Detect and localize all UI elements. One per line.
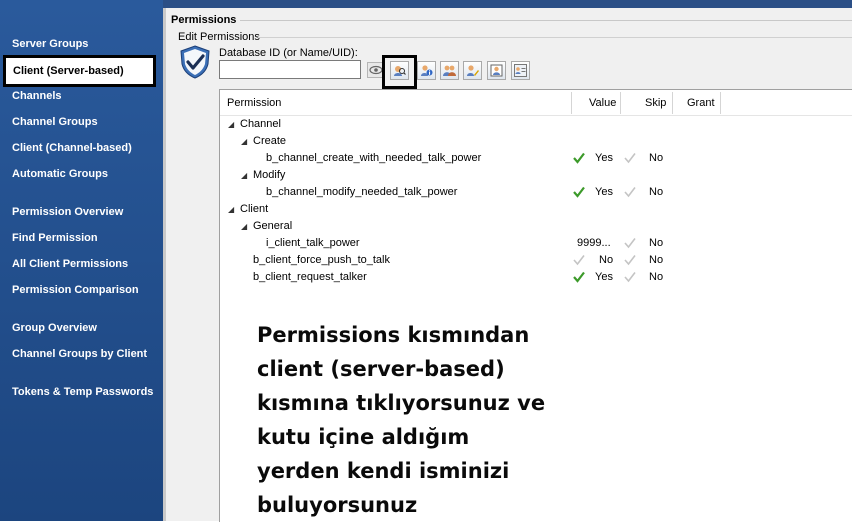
- expand-triangle-icon[interactable]: ◢: [228, 120, 234, 129]
- annotation-line: kutu içine aldığım: [257, 425, 470, 449]
- client-list-icon: [514, 64, 527, 77]
- panel-divider: [163, 8, 166, 521]
- sidebar-item-client-server-based[interactable]: Client (Server-based): [3, 55, 156, 87]
- grey-check-icon: [624, 255, 636, 266]
- column-separator: [720, 92, 721, 114]
- expand-triangle-icon[interactable]: ◢: [241, 171, 247, 180]
- green-check-icon: [573, 152, 585, 164]
- permission-value: Yes: [595, 271, 613, 283]
- client-list-button[interactable]: [511, 61, 530, 80]
- permission-skip: No: [649, 271, 664, 283]
- sidebar-item-automatic-groups[interactable]: Automatic Groups: [12, 168, 108, 180]
- sidebar-item-group-overview[interactable]: Group Overview: [12, 322, 97, 334]
- column-separator: [620, 92, 621, 114]
- column-separator: [571, 92, 572, 114]
- sidebar-item-label: Client (Server-based): [13, 65, 124, 77]
- expand-triangle-icon[interactable]: ◢: [228, 205, 234, 214]
- tree-node-modify[interactable]: Modify: [253, 169, 285, 181]
- grey-check-icon: [624, 238, 636, 249]
- grey-check-icon: [624, 153, 636, 164]
- sidebar-item-permission-overview[interactable]: Permission Overview: [12, 206, 123, 218]
- grey-check-icon: [573, 255, 585, 266]
- table-row-permission[interactable]: b_channel_create_with_needed_talk_power: [266, 152, 481, 164]
- annotation-line: client (server-based): [257, 357, 505, 381]
- permission-skip: No: [649, 186, 664, 198]
- sidebar-item-channels[interactable]: Channels: [12, 90, 62, 102]
- sidebar-item-server-groups[interactable]: Server Groups: [12, 38, 88, 50]
- tree-node-client[interactable]: Client: [240, 203, 268, 215]
- sidebar-item-find-permission[interactable]: Find Permission: [12, 232, 98, 244]
- shield-check-icon: [180, 45, 210, 79]
- section-divider: [258, 37, 852, 38]
- sidebar-item-all-client-permissions[interactable]: All Client Permissions: [12, 258, 128, 270]
- sidebar-item-channel-groups[interactable]: Channel Groups: [12, 116, 98, 128]
- column-header-skip[interactable]: Skip: [645, 97, 666, 109]
- tree-node-create[interactable]: Create: [253, 135, 286, 147]
- expand-triangle-icon[interactable]: ◢: [241, 137, 247, 146]
- permission-value: Yes: [595, 152, 613, 164]
- tree-node-channel[interactable]: Channel: [240, 118, 281, 130]
- green-check-icon: [573, 186, 585, 198]
- edit-client-icon: [467, 65, 479, 76]
- sidebar-item-permission-comparison[interactable]: Permission Comparison: [12, 284, 139, 296]
- find-client-highlight: [382, 55, 417, 89]
- client-group-icon: [443, 65, 456, 76]
- expand-triangle-icon[interactable]: ◢: [241, 222, 247, 231]
- green-check-icon: [573, 271, 585, 283]
- permission-value: 9999...: [577, 237, 611, 249]
- annotation-text: Permissions kısmından client (server-bas…: [257, 318, 557, 522]
- permission-skip: No: [649, 237, 664, 249]
- table-row-permission[interactable]: b_client_force_push_to_talk: [253, 254, 390, 266]
- annotation-line: buluyorsunuz: [257, 493, 418, 517]
- annotation-line: kısmına tıklıyorsunuz ve: [257, 391, 546, 415]
- page-title: Permissions: [171, 14, 237, 26]
- tree-node-general[interactable]: General: [253, 220, 292, 232]
- column-header-permission[interactable]: Permission: [227, 97, 281, 109]
- annotation-line: yerden kendi isminizi: [257, 459, 510, 483]
- title-divider: [240, 20, 852, 21]
- grey-check-icon: [624, 272, 636, 283]
- column-header-grant[interactable]: Grant: [687, 97, 715, 109]
- column-separator: [672, 92, 673, 114]
- client-info-button[interactable]: [417, 61, 436, 80]
- table-row-permission[interactable]: b_client_request_talker: [253, 271, 367, 283]
- header-divider: [220, 115, 852, 116]
- sidebar-item-channel-groups-by-client[interactable]: Channel Groups by Client: [12, 348, 147, 360]
- dbid-input[interactable]: [219, 60, 361, 79]
- table-row-permission[interactable]: b_channel_modify_needed_talk_power: [266, 186, 457, 198]
- client-card-icon: [490, 64, 503, 77]
- permission-value: No: [599, 254, 614, 266]
- section-label: Edit Permissions: [178, 31, 260, 43]
- sidebar-item-client-channel-based[interactable]: Client (Channel-based): [12, 142, 132, 154]
- column-header-value[interactable]: Value: [589, 97, 616, 109]
- permission-value: Yes: [595, 186, 613, 198]
- client-group-button[interactable]: [440, 61, 459, 80]
- grey-check-icon: [624, 187, 636, 198]
- client-info-icon: [421, 65, 433, 76]
- permission-skip: No: [649, 254, 664, 266]
- dbid-label: Database ID (or Name/UID):: [219, 47, 358, 59]
- permission-skip: No: [649, 152, 664, 164]
- window-top-strip: [163, 0, 852, 8]
- annotation-line: Permissions kısmından: [257, 323, 530, 347]
- edit-client-button[interactable]: [463, 61, 482, 80]
- client-card-button[interactable]: [487, 61, 506, 80]
- table-row-permission[interactable]: i_client_talk_power: [266, 237, 360, 249]
- sidebar-item-tokens-temp-passwords[interactable]: Tokens & Temp Passwords: [12, 386, 153, 398]
